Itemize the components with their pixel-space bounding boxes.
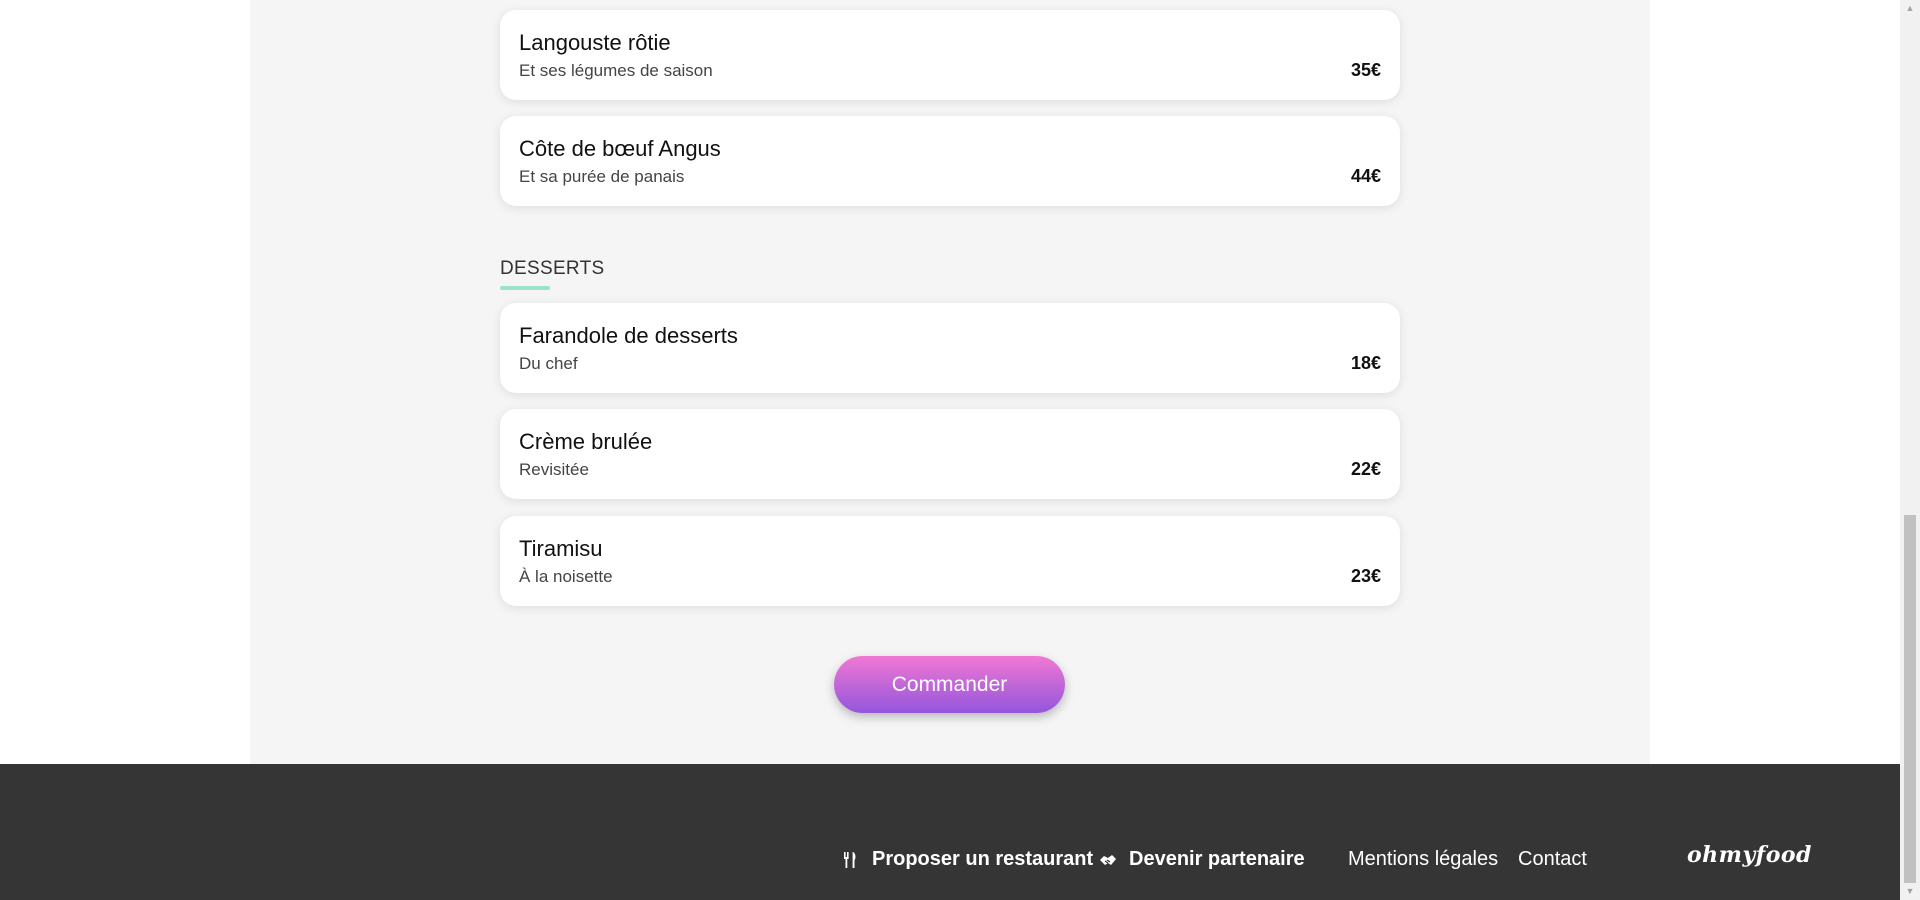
dish-card[interactable]: Farandole de desserts Du chef 18€	[500, 303, 1400, 393]
dish-price: 35€	[1350, 60, 1381, 80]
section-title-underline	[500, 286, 550, 290]
dish-price: 18€	[1350, 353, 1381, 373]
contact-link[interactable]: Contact	[1518, 848, 1587, 871]
dish-price: 23€	[1350, 566, 1381, 586]
dish-description: Et ses légumes de saison	[519, 61, 713, 80]
dish-description: Du chef	[519, 354, 578, 373]
vertical-scrollbar[interactable]: ▲ ▼	[1900, 0, 1920, 900]
dish-description: Et sa purée de panais	[519, 167, 685, 186]
page-viewport: Langouste rôtie Et ses légumes de saison…	[0, 0, 1900, 900]
dish-card[interactable]: Crème brulée Revisitée 22€	[500, 409, 1400, 499]
handshake-icon	[1099, 851, 1117, 869]
dish-card[interactable]: Tiramisu À la noisette 23€	[500, 516, 1400, 606]
dish-name: Côte de bœuf Angus	[519, 136, 721, 161]
legal-notice-link[interactable]: Mentions légales	[1348, 848, 1498, 871]
footer: Proposer un restaurant Devenir partenair…	[0, 764, 1900, 900]
propose-restaurant-link[interactable]: Proposer un restaurant	[842, 848, 1093, 871]
dish-card[interactable]: Côte de bœuf Angus Et sa purée de panais…	[500, 116, 1400, 206]
dish-name: Crème brulée	[519, 429, 653, 454]
dish-card[interactable]: Langouste rôtie Et ses légumes de saison…	[500, 10, 1400, 100]
become-partner-label: Devenir partenaire	[1129, 848, 1305, 870]
dish-description: À la noisette	[519, 567, 613, 586]
section-title-desserts: DESSERTS	[500, 258, 605, 279]
scroll-up-arrow-icon[interactable]: ▲	[1900, 0, 1920, 17]
dish-price: 22€	[1350, 459, 1381, 479]
dish-name: Langouste rôtie	[519, 30, 671, 55]
order-button[interactable]: Commander	[834, 656, 1065, 713]
menu-panel: Langouste rôtie Et ses légumes de saison…	[250, 0, 1650, 764]
dish-name: Farandole de desserts	[519, 323, 738, 348]
dish-name: Tiramisu	[519, 536, 603, 561]
dish-description: Revisitée	[519, 460, 589, 479]
utensils-icon	[842, 851, 860, 869]
footer-logo[interactable]: ohmyfood	[1687, 842, 1812, 868]
dish-price: 44€	[1350, 166, 1381, 186]
scroll-down-arrow-icon[interactable]: ▼	[1900, 883, 1920, 900]
scrollbar-thumb[interactable]	[1904, 515, 1916, 883]
propose-restaurant-label: Proposer un restaurant	[872, 848, 1094, 870]
become-partner-link[interactable]: Devenir partenaire	[1099, 848, 1305, 871]
